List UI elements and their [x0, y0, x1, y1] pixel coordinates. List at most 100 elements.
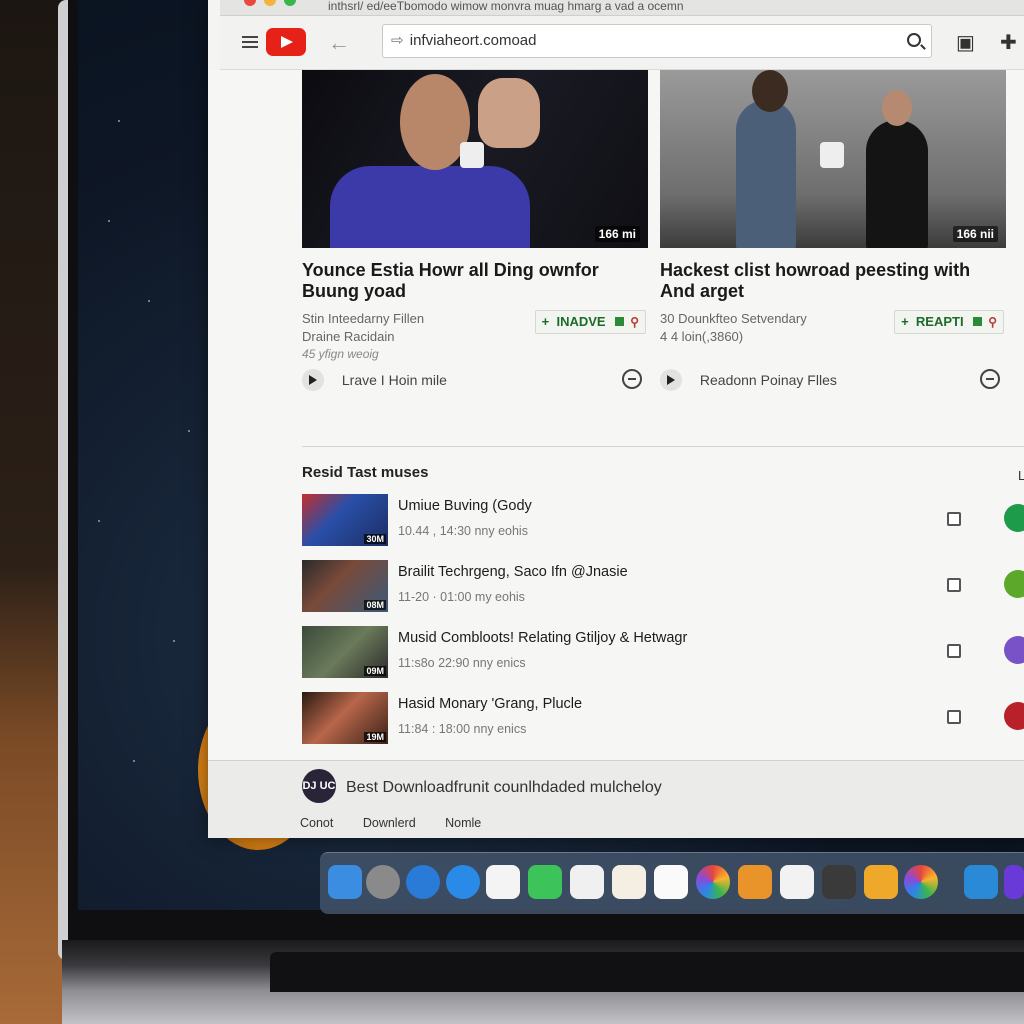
- download-button[interactable]: + INADVE ⚲: [534, 310, 646, 334]
- launchpad-icon[interactable]: [366, 865, 400, 899]
- app-icon[interactable]: [1004, 865, 1024, 899]
- select-checkbox[interactable]: [947, 644, 961, 658]
- thumbnail-tag: 19M: [364, 732, 386, 742]
- video-title[interactable]: Younce Estia Howr all Ding ownfor Buung …: [302, 260, 648, 302]
- cancel-link[interactable]: Conot: [300, 816, 333, 830]
- section-divider: [302, 446, 1024, 447]
- app-badge-icon[interactable]: [1004, 570, 1024, 598]
- video-title[interactable]: Hackest clist howroad peesting with And …: [660, 260, 1006, 302]
- list-thumbnail[interactable]: 30M: [302, 494, 388, 546]
- ibooks-icon[interactable]: [864, 865, 898, 899]
- app-badge-icon[interactable]: [1004, 702, 1024, 730]
- thumbnail-tag: 09M: [364, 666, 386, 676]
- list-title[interactable]: Musid Combloots! Relating Gtiljoy & Hetw…: [398, 630, 687, 646]
- app-badge-icon[interactable]: [1004, 636, 1024, 664]
- download-bar-links: Conot Downlerd Nomle: [300, 816, 507, 830]
- list-title[interactable]: Umiue Buving (Gody: [398, 498, 532, 514]
- list-meta: 11:s8o 22:90 nny enics: [398, 656, 526, 670]
- plus-icon: +: [901, 314, 909, 329]
- card-footer-label[interactable]: Readonn Poinay Flles: [700, 372, 837, 388]
- more-options-icon[interactable]: [622, 369, 642, 389]
- card-footer-label[interactable]: Lrave I Hoin mile: [342, 372, 447, 388]
- thumbnail-tag: 30M: [364, 534, 386, 544]
- calendar-icon[interactable]: [612, 865, 646, 899]
- square-icon: [973, 317, 983, 326]
- app-store-icon[interactable]: [446, 865, 480, 899]
- select-checkbox[interactable]: [947, 512, 961, 526]
- download-bar: DJ UC Best Downloadfrunit counlhdaded mu…: [208, 760, 1024, 838]
- list-thumbnail[interactable]: 08M: [302, 560, 388, 612]
- video-thumbnail[interactable]: 166 nii: [660, 70, 1006, 248]
- select-checkbox[interactable]: [947, 578, 961, 592]
- address-bar[interactable]: ⇨ infviaheort.comoad: [382, 24, 932, 58]
- clock-icon[interactable]: [780, 865, 814, 899]
- youtube-logo[interactable]: [266, 28, 306, 56]
- clock-icon[interactable]: [660, 369, 682, 391]
- search-icon[interactable]: [907, 33, 921, 47]
- books-icon[interactable]: [738, 865, 772, 899]
- list-title[interactable]: Hasid Monary 'Grang, Plucle: [398, 696, 582, 712]
- link-icon: ⇨: [391, 32, 404, 49]
- list-meta: 11:84 : 18:00 nny enics: [398, 722, 527, 736]
- play-icon[interactable]: [460, 142, 484, 168]
- close-window-button[interactable]: [244, 0, 256, 6]
- main-content: 166 mi Younce Estia Howr all Ding ownfor…: [208, 70, 1024, 770]
- download-button[interactable]: + REAPTI ⚲: [894, 310, 1004, 334]
- photos-icon[interactable]: [696, 865, 730, 899]
- list-meta: 11-20 · 01:00 my eohis: [398, 590, 525, 604]
- notes-icon[interactable]: [486, 865, 520, 899]
- thumbnail-tag: 08M: [364, 600, 386, 610]
- more-options-icon[interactable]: [980, 369, 1000, 389]
- finder-icon[interactable]: [328, 865, 362, 899]
- search-icon: ⚲: [630, 315, 639, 329]
- select-checkbox[interactable]: [947, 710, 961, 724]
- camera-icon[interactable]: [822, 865, 856, 899]
- list-item[interactable]: 08M Brailit Techrgeng, Saco Ifn @Jnasie …: [302, 560, 1024, 616]
- browser-window: inthsrl/ ed/eeTbomodo wimow monvra muag …: [208, 0, 1024, 838]
- address-text: infviaheort.comoad: [409, 32, 537, 49]
- browser-toolbar: ← ⇨ infviaheort.comoad ▣ ✚: [220, 16, 1024, 70]
- name-link[interactable]: Nomle: [445, 816, 481, 830]
- section-right-label: L: [1018, 468, 1024, 483]
- laptop-keyboard-slot: [270, 952, 1024, 992]
- safari-icon[interactable]: [406, 865, 440, 899]
- maximize-window-button[interactable]: [284, 0, 296, 6]
- search-icon: ⚲: [988, 315, 997, 329]
- list-thumbnail[interactable]: 19M: [302, 692, 388, 744]
- messages-icon[interactable]: [528, 865, 562, 899]
- tab-title[interactable]: inthsrl/ ed/eeTbomodo wimow monvra muag …: [328, 0, 684, 13]
- pages-icon[interactable]: [654, 865, 688, 899]
- video-card[interactable]: 166 mi Younce Estia Howr all Ding ownfor…: [302, 70, 648, 391]
- sheets-app-icon[interactable]: [1004, 504, 1024, 532]
- back-arrow-icon[interactable]: ←: [328, 30, 350, 56]
- minimize-window-button[interactable]: [264, 0, 276, 6]
- photos-alt-icon[interactable]: [904, 865, 938, 899]
- menu-icon[interactable]: [242, 36, 258, 48]
- list-meta: 10.44 , 14:30 nny eohis: [398, 524, 528, 538]
- dock: [320, 852, 1024, 914]
- card-footer: Readonn Poinay Flles: [660, 369, 1006, 395]
- avatar[interactable]: DJ UC: [302, 769, 336, 803]
- list-item[interactable]: 09M Musid Combloots! Relating Gtiljoy & …: [302, 626, 1024, 682]
- video-thumbnail[interactable]: 166 mi: [302, 70, 648, 248]
- download-link[interactable]: Downlerd: [363, 816, 416, 830]
- reminders-icon[interactable]: [570, 865, 604, 899]
- list-item[interactable]: 30M Umiue Buving (Gody 10.44 , 14:30 nny…: [302, 494, 1024, 550]
- list-item[interactable]: 19M Hasid Monary 'Grang, Plucle 11:84 : …: [302, 692, 1024, 748]
- section-heading: Resid Tast muses: [302, 464, 429, 481]
- list-title[interactable]: Brailit Techrgeng, Saco Ifn @Jnasie: [398, 564, 628, 580]
- video-duration: 166 nii: [952, 226, 998, 242]
- pin-icon[interactable]: ✚: [1000, 30, 1017, 55]
- share-icon[interactable]: ▣: [956, 30, 975, 55]
- play-circle-icon[interactable]: [302, 369, 324, 391]
- download-button-label: REAPTI: [915, 314, 964, 329]
- play-icon[interactable]: [820, 142, 844, 168]
- card-footer: Lrave I Hoin mile: [302, 369, 648, 395]
- download-button-label: INADVE: [556, 314, 606, 329]
- download-bar-text: Best Downloadfrunit counlhdaded mulchelo…: [346, 779, 662, 796]
- tab-strip[interactable]: inthsrl/ ed/eeTbomodo wimow monvra muag …: [220, 0, 1024, 16]
- list-thumbnail[interactable]: 09M: [302, 626, 388, 678]
- video-card[interactable]: 166 nii Hackest clist howroad peesting w…: [660, 70, 1006, 391]
- system-icon[interactable]: [964, 865, 998, 899]
- square-icon: [615, 317, 625, 326]
